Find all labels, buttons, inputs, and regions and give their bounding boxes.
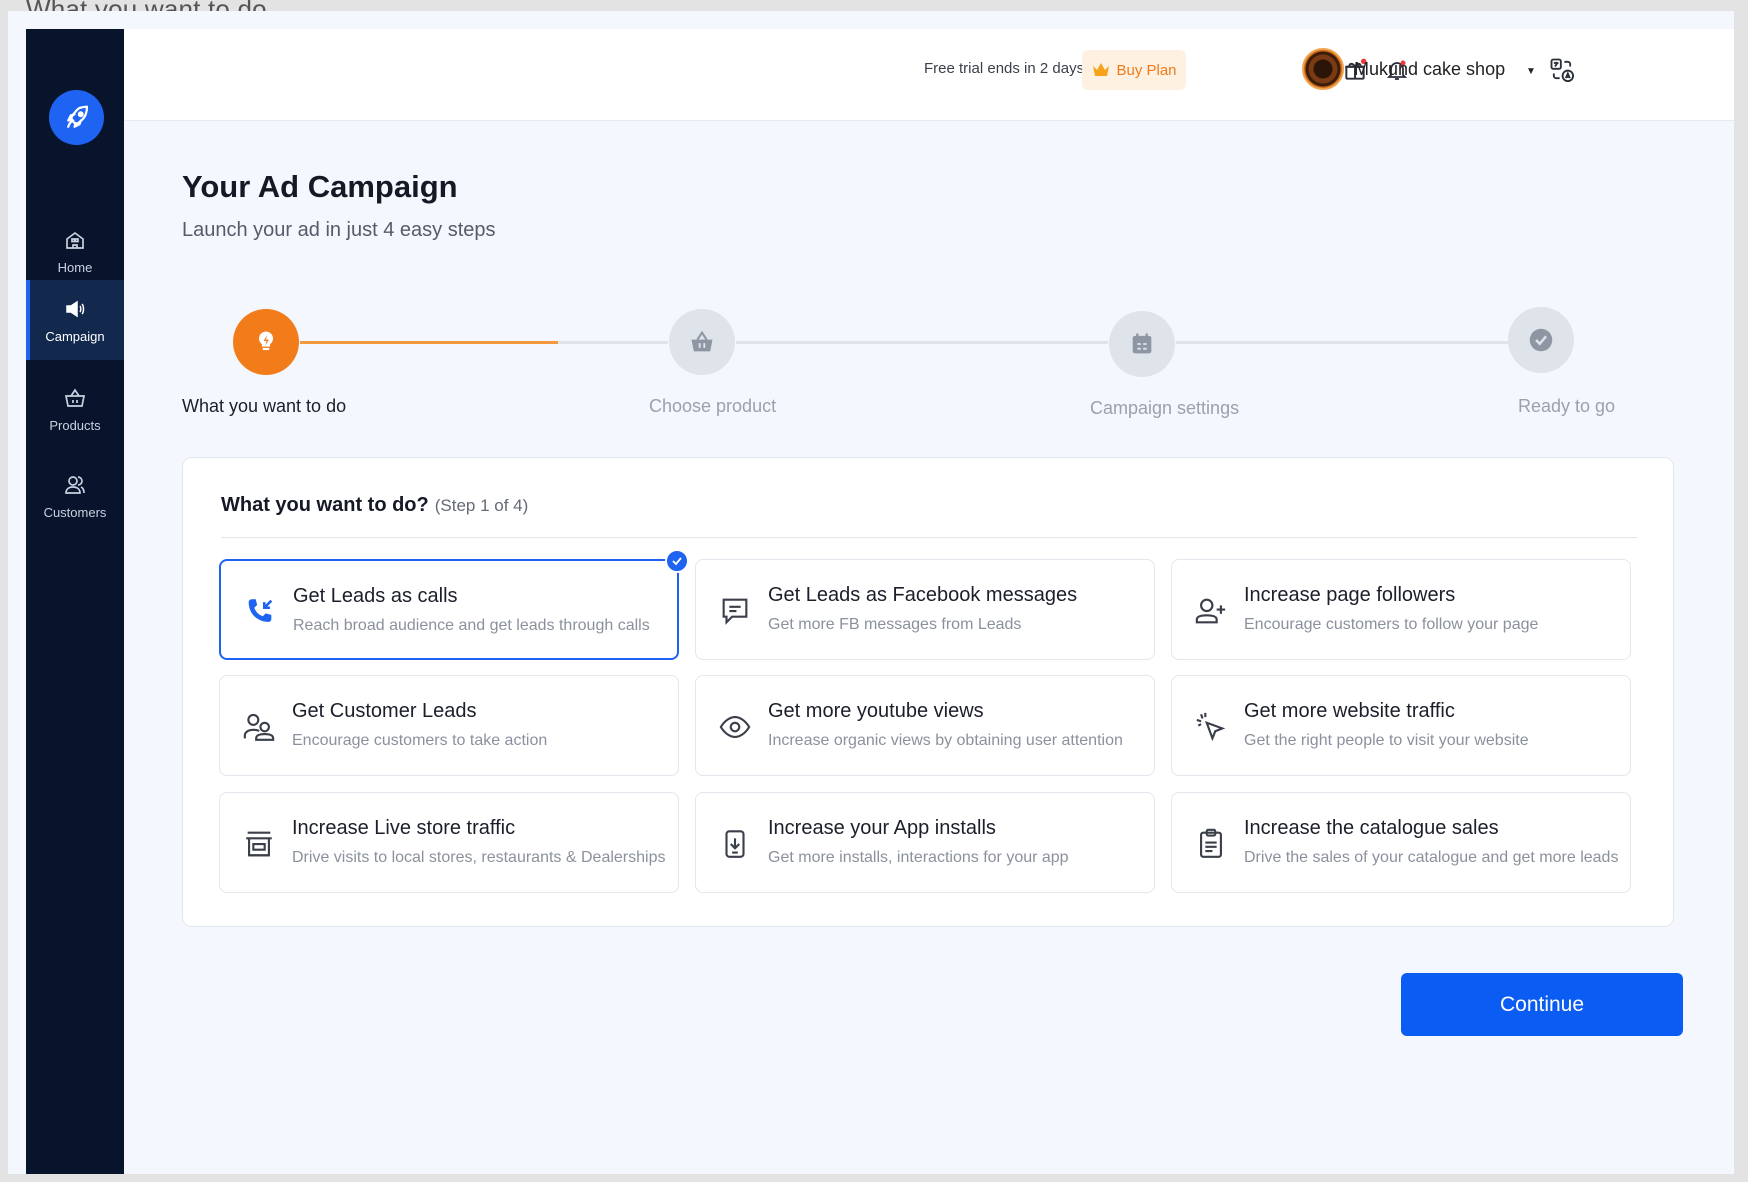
option-app-installs[interactable]: Increase your App installs Get more inst…: [695, 792, 1155, 893]
card-title-text: What you want to do?: [221, 494, 429, 516]
app-window: Home Campaign Products Customers Free tr…: [8, 11, 1734, 1174]
option-description: Drive the sales of your catalogue and ge…: [1244, 849, 1619, 866]
lightbulb-icon: [258, 331, 274, 351]
phone-incoming-icon: [248, 599, 273, 622]
sidebar-item-products[interactable]: Products: [26, 369, 124, 449]
option-leads-calls[interactable]: Get Leads as calls Reach broad audience …: [219, 549, 689, 660]
option-description: Reach broad audience and get leads throu…: [293, 617, 650, 634]
sidebar: Home Campaign Products Customers: [26, 29, 124, 1174]
translate-icon[interactable]: [1548, 56, 1576, 89]
option-description: Increase organic views by obtaining user…: [768, 732, 1123, 749]
stepper-progress: [300, 341, 558, 344]
basket-icon: [64, 387, 86, 407]
option-description: Drive visits to local stores, restaurant…: [292, 849, 666, 866]
stepper-track: [1176, 341, 1542, 344]
option-title: Get more website traffic: [1244, 700, 1455, 722]
option-description: Encourage customers to follow your page: [1244, 616, 1539, 633]
option-title: Get Leads as Facebook messages: [768, 584, 1078, 606]
option-title: Increase Live store traffic: [292, 817, 516, 839]
home-icon: [66, 231, 84, 249]
sidebar-item-customers[interactable]: Customers: [26, 456, 124, 536]
cursor-click-icon: [1196, 712, 1226, 742]
calendar-icon: [1132, 333, 1152, 354]
option-facebook-messages[interactable]: Get Leads as Facebook messages Get more …: [695, 559, 1155, 660]
selected-check-icon: [665, 549, 689, 573]
page-title: Your Ad Campaign: [182, 169, 458, 204]
check-circle-icon: [1529, 328, 1553, 352]
stepper-track: [736, 341, 1108, 344]
buy-plan-button[interactable]: Buy Plan: [1082, 50, 1186, 90]
option-description: Get more installs, interactions for your…: [768, 849, 1069, 866]
card-step-indicator: (Step 1 of 4): [434, 496, 529, 515]
eye-icon: [719, 716, 751, 738]
option-title: Increase the catalogue sales: [1244, 817, 1499, 839]
objective-card: What you want to do? (Step 1 of 4) Get Le…: [182, 457, 1674, 927]
page-subtitle: Launch your ad in just 4 easy steps: [182, 219, 496, 241]
step-2-label: Choose product: [649, 396, 777, 416]
continue-button[interactable]: Continue: [1401, 973, 1683, 1036]
shop-name[interactable]: Mukund cake shop: [1354, 59, 1505, 80]
basket-icon: [691, 330, 713, 352]
sidebar-item-campaign[interactable]: Campaign: [26, 280, 124, 360]
store-icon: [246, 831, 272, 857]
buy-plan-label: Buy Plan: [1116, 61, 1177, 79]
rocket-logo-icon[interactable]: [49, 90, 104, 145]
step-4-indicator[interactable]: [1508, 307, 1574, 373]
option-description: Get more FB messages from Leads: [768, 616, 1022, 633]
option-title: Increase page followers: [1244, 584, 1456, 606]
message-icon: [722, 598, 748, 625]
option-live-store-traffic[interactable]: Increase Live store traffic Drive visits…: [219, 792, 679, 893]
step-4-label: Ready to go: [1518, 396, 1616, 416]
sidebar-item-home[interactable]: Home: [26, 211, 124, 291]
step-1-label: What you want to do: [182, 396, 347, 416]
clipboard-icon: [1200, 828, 1222, 858]
sidebar-item-label: Campaign: [45, 328, 105, 344]
option-description: Encourage customers to take action: [292, 732, 548, 749]
option-customer-leads[interactable]: Get Customer Leads Encourage customers t…: [219, 675, 679, 776]
option-title: Get more youtube views: [768, 700, 984, 722]
option-youtube-views[interactable]: Get more youtube views Increase organic …: [695, 675, 1155, 776]
option-title: Get Customer Leads: [292, 700, 477, 722]
option-description: Get the right people to visit your websi…: [1244, 732, 1529, 749]
crown-icon: [1093, 63, 1110, 76]
sidebar-item-label: Home: [57, 259, 93, 275]
shop-avatar[interactable]: [1302, 48, 1344, 90]
step-2-indicator[interactable]: [669, 309, 735, 375]
stepper-track: [558, 341, 668, 344]
trial-notice: Free trial ends in 2 days: [924, 60, 1085, 77]
megaphone-icon: [66, 300, 85, 317]
option-page-followers[interactable]: Increase page followers Encourage custom…: [1171, 559, 1631, 660]
step-3-indicator[interactable]: [1109, 311, 1175, 377]
card-divider: [221, 537, 1637, 538]
customers-icon: [65, 475, 85, 494]
sidebar-item-label: Customers: [43, 504, 107, 520]
step-3-label: Campaign settings: [1090, 398, 1240, 418]
chevron-down-icon[interactable]: ▼: [1526, 66, 1536, 77]
app-download-icon: [725, 830, 745, 858]
option-title: Increase your App installs: [768, 817, 996, 839]
sidebar-item-label: Products: [49, 417, 101, 433]
step-1-indicator[interactable]: [233, 309, 299, 375]
option-title: Get Leads as calls: [293, 585, 458, 607]
option-catalogue-sales[interactable]: Increase the catalogue sales Drive the s…: [1171, 792, 1631, 893]
user-plus-icon: [1195, 598, 1226, 624]
option-website-traffic[interactable]: Get more website traffic Get the right p…: [1171, 675, 1631, 776]
users-icon: [243, 713, 275, 741]
card-title: What you want to do? (Step 1 of 4): [221, 494, 528, 517]
